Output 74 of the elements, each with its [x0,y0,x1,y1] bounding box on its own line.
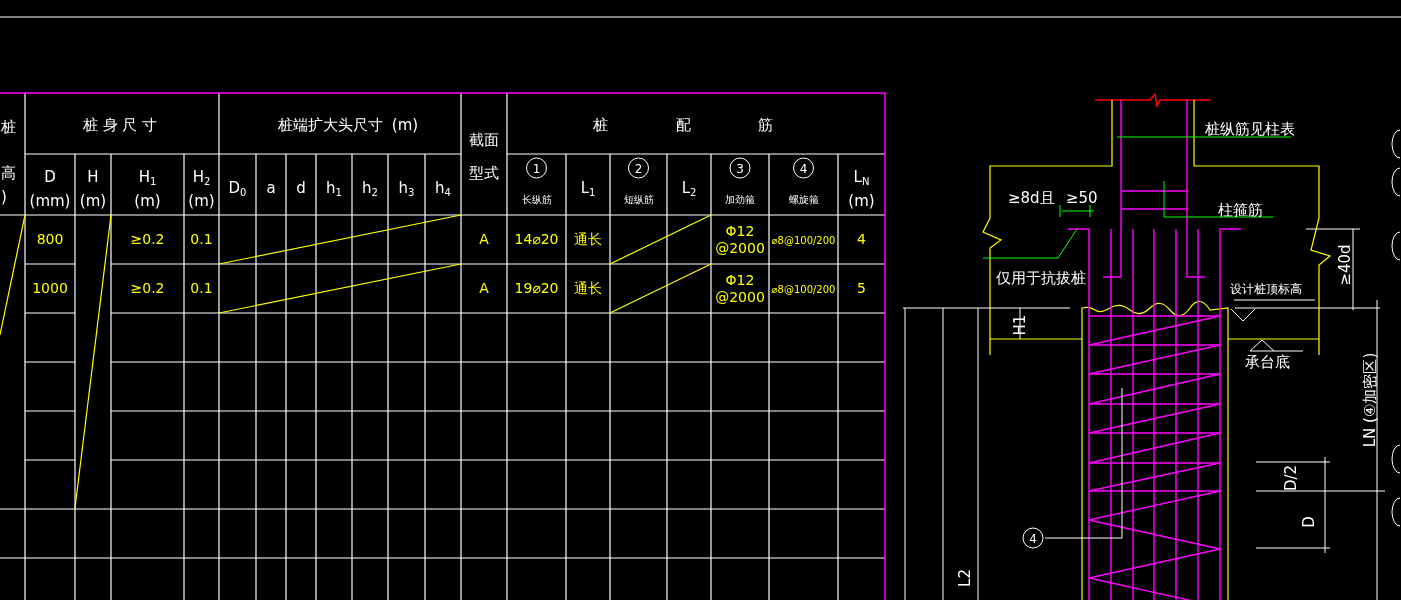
table-cell: 1000 [32,280,68,296]
table-cell: ≥0.2 [130,280,165,296]
table-cell: 19⌀20 [514,280,559,296]
number-circle [526,157,547,179]
column-header: a [266,179,276,197]
column-unit: (m) [848,192,875,210]
table-cell: Φ12 @2000 [715,272,765,305]
column-header: D$_{0}$ [228,179,247,198]
column-header: L$_{1}$ [580,179,596,198]
number-circle [628,157,649,179]
annotation-label: ≥50 [1066,189,1098,207]
annotation-label: ≥8d且 [1008,189,1055,207]
group-header: 筋 [757,116,773,134]
annotation-label: 设计桩顶标高 [1230,282,1302,296]
column-unit: (m) [134,192,161,210]
table-cell: 800 [36,231,64,247]
annotation-label: 桩纵筋见柱表 [1205,120,1295,138]
number-circle [793,157,814,179]
column-header: 加劲箍 [725,194,755,205]
column-header: h$_{1}$ [326,179,342,198]
column-number: 4 [799,162,808,176]
table-cell: Φ12 @2000 [715,223,765,256]
table-cell: ≥0.2 [130,231,165,247]
column-header: D [44,168,56,186]
group-header: 桩 [592,116,608,134]
table-cell: ⌀8@100/200 [771,235,836,246]
column-header: H$_{2}$ [192,168,211,187]
callout-label: 4 [1029,532,1037,546]
column-number: 2 [634,162,643,176]
column-header: H$_{1}$ [138,168,157,187]
table-cell: 0.1 [190,280,213,296]
column-header: 螺旋箍 [788,194,819,205]
dimension-label: ≥40d [1336,244,1354,286]
column-header: L$_{N}$ [853,168,870,187]
column-header: h$_{4}$ [435,179,451,198]
table-cell: 5 [857,280,866,296]
annotation-label: 仅用于抗拔桩 [996,269,1086,287]
table-cell: A [479,231,489,247]
table-cell: 通长 [574,280,602,296]
column-header: H [87,168,99,186]
column-number: 3 [736,162,744,176]
dimension-label: D [1300,516,1318,528]
dimension-label: L2 [956,569,974,587]
column-header: h$_{3}$ [398,179,415,198]
annotation-label: 承台底 [1245,353,1290,371]
table-cell: 通长 [574,231,602,247]
table-cell: 4 [857,231,866,247]
dimension-label: D/2 [1282,464,1300,492]
table-cell: A [479,280,489,296]
column-unit: (mm) [29,192,71,210]
table-cell: 14⌀20 [514,231,559,247]
dimension-label: H1 [1011,314,1029,336]
column-header: d [296,179,306,197]
group-header: (m) [391,116,419,134]
header-label: 桩 [1,118,16,136]
column-number: 1 [532,162,541,176]
annotation-label: 柱箍筋 [1218,201,1263,219]
dimension-label: LN (④加密区) [1361,352,1379,448]
group-header: 配 [675,116,691,134]
table-cell: ⌀8@100/200 [771,284,836,295]
callout-circle [1022,527,1044,549]
group-header: 桩 身 尺 寸 [82,116,158,134]
column-header: L$_{2}$ [681,179,697,198]
header-label: ) [1,188,7,206]
group-header: 桩端扩大头尺寸 [277,116,383,134]
header-label: 高 [1,164,16,182]
column-header: 短纵筋 [623,194,654,205]
number-circle [729,157,751,179]
group-header: 截面 型式 [469,131,499,182]
column-unit: (m) [188,192,215,210]
column-header: 长纵筋 [521,194,552,205]
table-cell: 0.1 [190,231,213,247]
column-unit: (m) [79,192,107,210]
column-header: h$_{2}$ [362,179,378,198]
